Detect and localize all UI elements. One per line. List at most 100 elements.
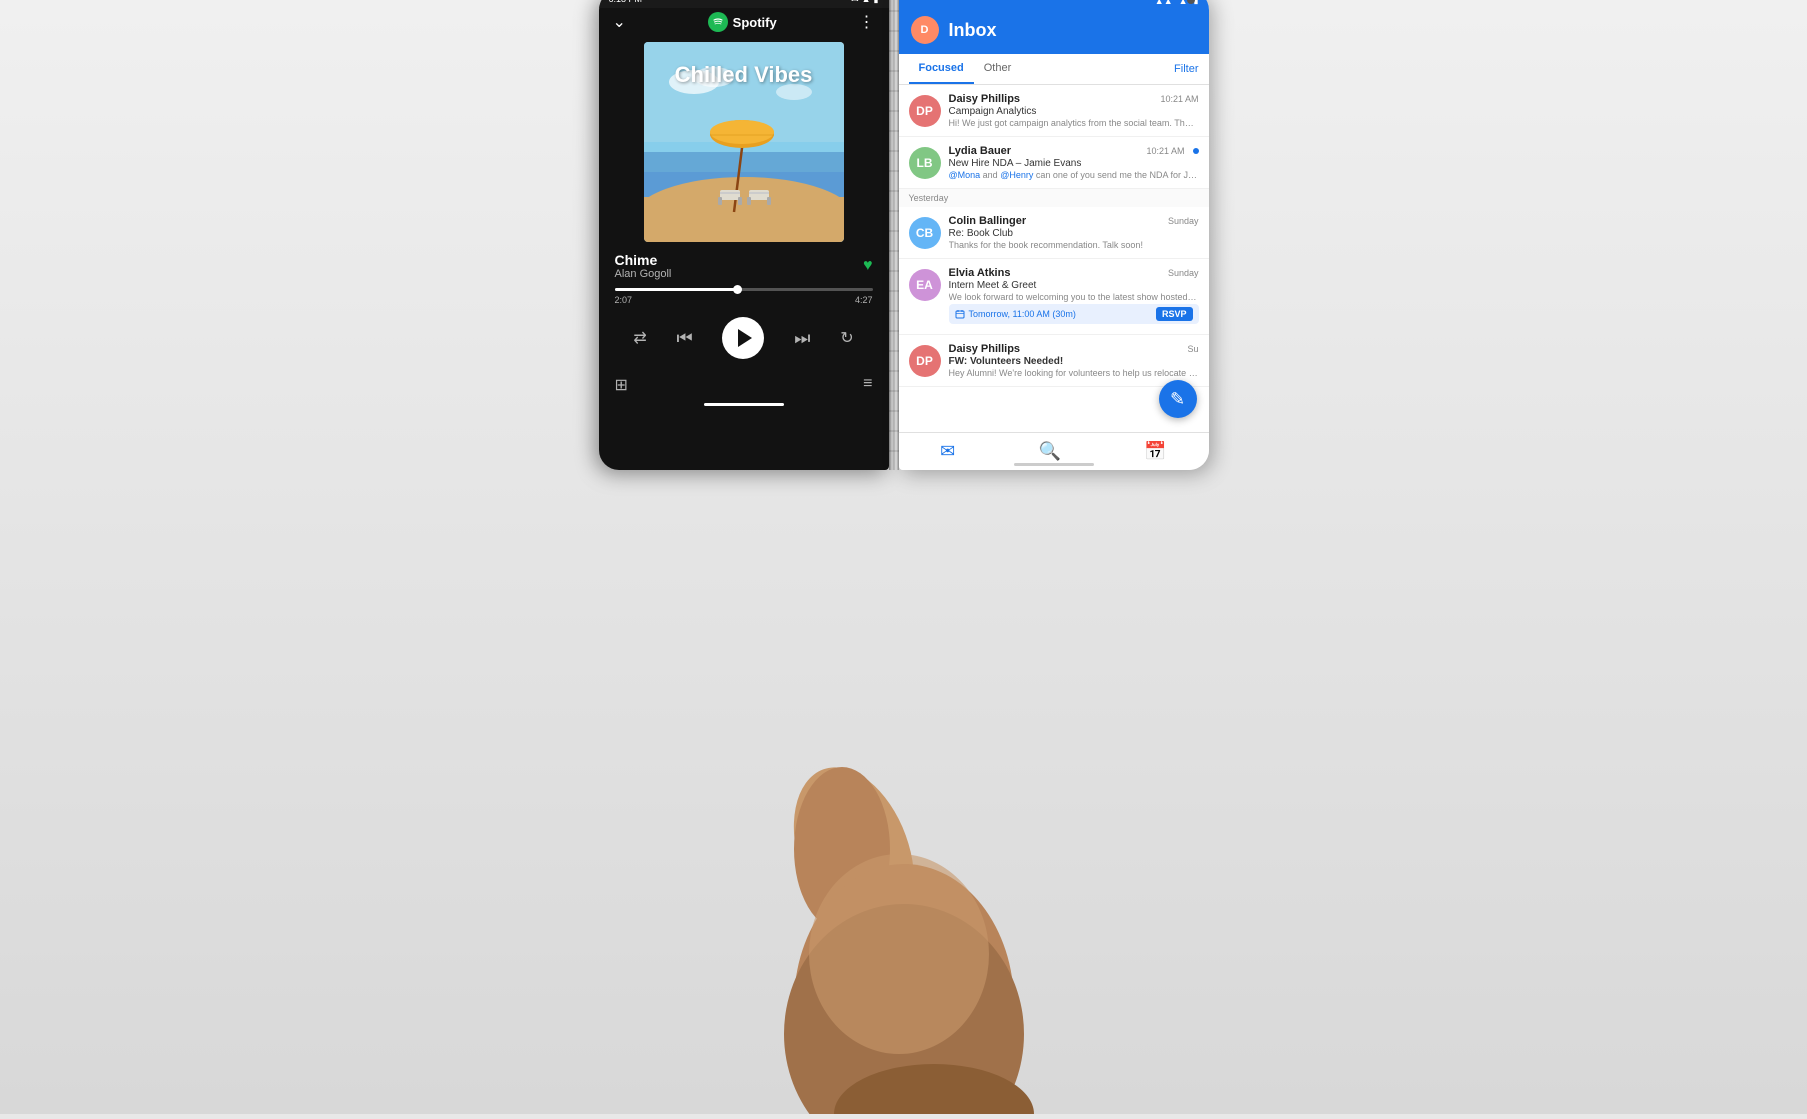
status-time: 6:18 PM — [609, 0, 643, 4]
playback-controls: ⇄ ⏮ ⏭ ↻ — [599, 313, 889, 363]
email-time-3: Sunday — [1168, 216, 1199, 226]
sender-row-4: Elvia Atkins Sunday — [949, 267, 1199, 279]
email-preview-3: Thanks for the book recommendation. Talk… — [949, 240, 1199, 250]
avatar-daisy-1: DP — [909, 95, 941, 127]
email-preview-1: Hi! We just got campaign analytics from … — [949, 118, 1199, 128]
email-subject-1: Campaign Analytics — [949, 106, 1199, 117]
album-art[interactable]: Chilled Vibes — [644, 42, 844, 242]
rsvp-button[interactable]: RSVP — [1156, 307, 1193, 321]
shuffle-button[interactable]: ⇄ — [633, 328, 646, 348]
mention-mona: @Mona — [949, 170, 981, 180]
email-item-2[interactable]: LB Lydia Bauer 10:21 AM New Hire NDA – J… — [899, 137, 1209, 189]
inbox-title: Inbox — [949, 20, 997, 41]
avatar-elvia: EA — [909, 269, 941, 301]
nav-calendar-icon[interactable]: 📅 — [1144, 441, 1166, 462]
email-content-3: Colin Ballinger Sunday Re: Book Club Tha… — [949, 215, 1199, 250]
email-content-1: Daisy Phillips 10:21 AM Campaign Analyti… — [949, 93, 1199, 128]
sender-name-3: Colin Ballinger — [949, 215, 1027, 227]
unread-dot-2 — [1193, 148, 1199, 154]
sender-row-1: Daisy Phillips 10:21 AM — [949, 93, 1199, 105]
progress-fill — [615, 288, 739, 291]
calendar-event-text: Tomorrow, 11:00 AM (30m) — [955, 309, 1076, 319]
sender-row-5: Daisy Phillips Su — [949, 343, 1199, 355]
track-info: Chime Alan Gogoll ♥ — [599, 252, 889, 280]
signal-icon: ▲▲ — [1155, 0, 1173, 6]
total-time: 4:27 — [855, 295, 873, 305]
avatar-lydia: LB — [909, 147, 941, 179]
spotify-status-bar: 6:18 PM ✉ ▲ ▮ — [599, 0, 889, 8]
email-subject-2: New Hire NDA – Jamie Evans — [949, 158, 1199, 169]
wifi-icon: ▲ — [862, 0, 871, 4]
device-hinge — [889, 0, 899, 470]
more-icon[interactable]: ⋮ — [859, 12, 875, 32]
spotify-title: Spotify — [733, 15, 777, 30]
sender-row-2: Lydia Bauer 10:21 AM — [949, 145, 1199, 157]
email-header: D Inbox — [899, 8, 1209, 54]
user-avatar[interactable]: D — [911, 16, 939, 44]
devices-icon[interactable]: ⊞ — [615, 375, 628, 395]
email-preview-5: Hey Alumni! We're looking for volunteers… — [949, 368, 1199, 378]
repeat-button[interactable]: ↻ — [840, 328, 853, 348]
email-content-2: Lydia Bauer 10:21 AM New Hire NDA – Jami… — [949, 145, 1199, 180]
devices-container: 6:18 PM ✉ ▲ ▮ ⌄ — [599, 50, 1209, 470]
spotify-header: ⌄ Spotify ⋮ — [599, 8, 889, 38]
sender-name-5: Daisy Phillips — [949, 343, 1021, 355]
email-tabs: Focused Other Filter — [899, 54, 1209, 85]
email-content-5: Daisy Phillips Su FW: Volunteers Needed!… — [949, 343, 1199, 378]
compose-icon: ✎ — [1170, 389, 1185, 410]
filter-button[interactable]: Filter — [1174, 63, 1198, 75]
album-title: Chilled Vibes — [644, 62, 844, 88]
email-screen: ▲▲ ▲ ▮ D Inbox Focused Oth — [899, 0, 1209, 470]
extra-controls: ⊞ ≡ — [599, 371, 889, 399]
spotify-logo: Spotify — [708, 12, 777, 32]
home-indicator-left — [704, 403, 784, 406]
queue-icon[interactable]: ≡ — [863, 375, 872, 395]
email-subject-3: Re: Book Club — [949, 228, 1199, 239]
calendar-chip[interactable]: Tomorrow, 11:00 AM (30m) RSVP — [949, 304, 1199, 324]
email-subject-5: FW: Volunteers Needed! — [949, 356, 1199, 367]
prev-button[interactable]: ⏮ — [677, 328, 693, 349]
progress-track[interactable] — [615, 288, 873, 291]
calendar-icon — [955, 309, 965, 319]
next-button[interactable]: ⏭ — [794, 328, 810, 349]
spotify-screen: 6:18 PM ✉ ▲ ▮ ⌄ — [599, 0, 889, 470]
email-item-4[interactable]: EA Elvia Atkins Sunday Intern Meet & Gre… — [899, 259, 1209, 335]
time-labels: 2:07 4:27 — [615, 295, 873, 305]
like-icon[interactable]: ♥ — [863, 257, 873, 275]
email-time-2: 10:21 AM — [1146, 146, 1184, 156]
email-subject-4: Intern Meet & Greet — [949, 280, 1199, 291]
nav-search-icon[interactable]: 🔍 — [1039, 441, 1061, 462]
avatar-colin: CB — [909, 217, 941, 249]
email-preview-2: @Mona and @Henry can one of you send me … — [949, 170, 1199, 180]
battery-icon: ▮ — [874, 0, 879, 5]
email-item-5[interactable]: DP Daisy Phillips Su FW: Volunteers Need… — [899, 335, 1209, 387]
email-status-bar: ▲▲ ▲ ▮ — [899, 0, 1209, 8]
msg-icon: ✉ — [851, 0, 859, 5]
email-time-4: Sunday — [1168, 268, 1199, 278]
scene: 6:18 PM ✉ ▲ ▮ ⌄ — [0, 0, 1807, 1114]
email-time-5: Su — [1187, 344, 1198, 354]
play-button[interactable] — [722, 317, 764, 359]
sender-name-4: Elvia Atkins — [949, 267, 1011, 279]
tab-focused[interactable]: Focused — [909, 54, 974, 84]
sender-name-1: Daisy Phillips — [949, 93, 1021, 105]
dual-device: 6:18 PM ✉ ▲ ▮ ⌄ — [599, 0, 1209, 470]
status-icons: ✉ ▲ ▮ — [851, 0, 878, 5]
track-name: Chime — [615, 252, 672, 268]
home-indicator-right — [1014, 463, 1094, 466]
track-artist: Alan Gogoll — [615, 268, 672, 280]
progress-container[interactable]: 2:07 4:27 — [599, 284, 889, 309]
nav-mail-icon[interactable]: ✉ — [940, 441, 955, 462]
compose-button[interactable]: ✎ — [1159, 380, 1197, 418]
current-time: 2:07 — [615, 295, 633, 305]
email-item-3[interactable]: CB Colin Ballinger Sunday Re: Book Club … — [899, 207, 1209, 259]
email-item[interactable]: DP Daisy Phillips 10:21 AM Campaign Anal… — [899, 85, 1209, 137]
email-preview-4: We look forward to welcoming you to the … — [949, 292, 1199, 302]
date-divider-yesterday: Yesterday — [899, 189, 1209, 207]
chevron-down-icon[interactable]: ⌄ — [613, 12, 626, 32]
tab-other[interactable]: Other — [974, 54, 1022, 84]
sender-name-2: Lydia Bauer — [949, 145, 1012, 157]
email-content-4: Elvia Atkins Sunday Intern Meet & Greet … — [949, 267, 1199, 326]
sender-row-3: Colin Ballinger Sunday — [949, 215, 1199, 227]
email-time-1: 10:21 AM — [1160, 94, 1198, 104]
